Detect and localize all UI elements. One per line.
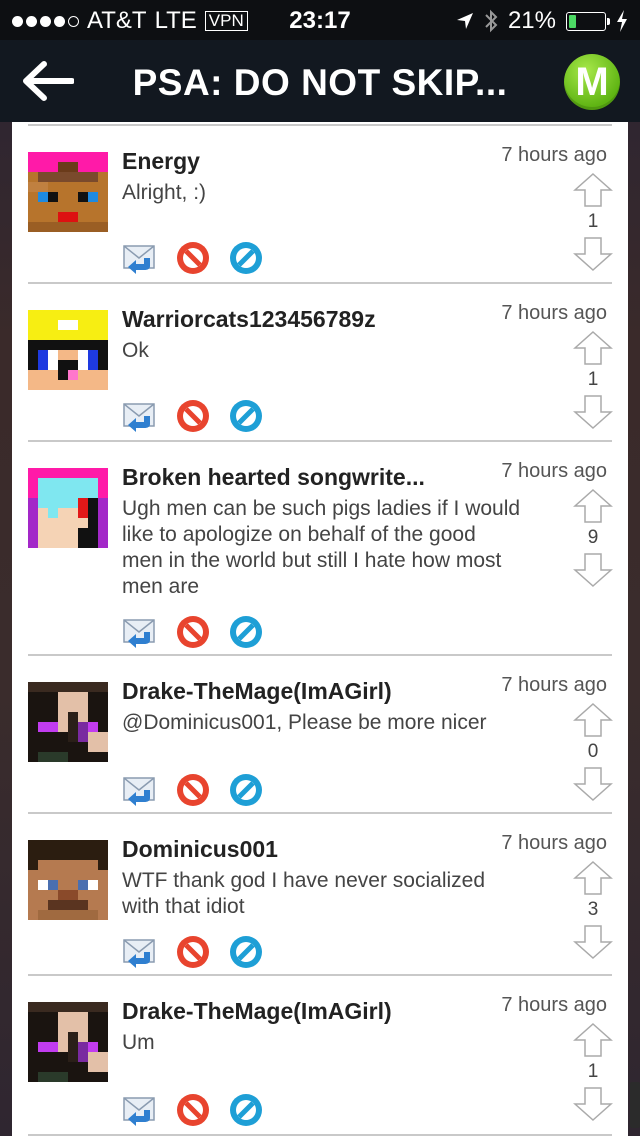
downvote-arrow-icon[interactable] <box>573 1086 613 1122</box>
block-icon[interactable] <box>228 398 264 434</box>
avatar[interactable] <box>28 840 108 920</box>
block-icon[interactable] <box>228 240 264 276</box>
comment-item: Drake-TheMage(ImAGirl) 7 hours ago @Domi… <box>12 652 628 812</box>
page-title: PSA: DO NOT SKIP... <box>132 62 508 103</box>
timestamp: 7 hours ago <box>501 460 607 482</box>
vote-count: 3 <box>587 899 599 920</box>
timestamp: 7 hours ago <box>501 994 607 1016</box>
upvote-arrow-icon[interactable] <box>573 1022 613 1058</box>
reply-icon[interactable] <box>122 934 158 970</box>
status-bar: AT&T LTE VPN 23:17 21% <box>0 0 640 40</box>
comment-actions <box>122 398 264 434</box>
battery-icon <box>566 11 610 31</box>
username[interactable]: Warriorcats123456789z <box>122 306 376 333</box>
vote-widget: 1 <box>573 1022 613 1122</box>
avatar[interactable] <box>28 1002 108 1082</box>
vote-count: 1 <box>587 369 599 390</box>
username[interactable]: Drake-TheMage(ImAGirl) <box>122 678 392 705</box>
scrollbar-thumb[interactable] <box>630 1082 640 1128</box>
report-icon[interactable] <box>175 1092 211 1128</box>
report-icon[interactable] <box>175 398 211 434</box>
report-icon[interactable] <box>175 934 211 970</box>
upvote-arrow-icon[interactable] <box>573 702 613 738</box>
downvote-arrow-icon[interactable] <box>573 236 613 272</box>
avatar[interactable] <box>28 468 108 548</box>
block-icon[interactable] <box>228 614 264 650</box>
username[interactable]: Drake-TheMage(ImAGirl) <box>122 998 392 1025</box>
timestamp: 7 hours ago <box>501 674 607 696</box>
vote-count: 9 <box>587 527 599 548</box>
upvote-arrow-icon[interactable] <box>573 488 613 524</box>
avatar[interactable] <box>28 682 108 762</box>
comment-actions <box>122 614 264 650</box>
avatar[interactable] <box>28 152 108 232</box>
bluetooth-icon <box>485 9 498 33</box>
upvote-arrow-icon[interactable] <box>573 172 613 208</box>
report-icon[interactable] <box>175 614 211 650</box>
comment-text: Um <box>122 1031 155 1054</box>
comment-actions <box>122 772 264 808</box>
username[interactable]: Dominicus001 <box>122 836 278 863</box>
reply-icon[interactable] <box>122 614 158 650</box>
comment-item: Energy 7 hours ago Alright, :) 1 <box>12 122 628 282</box>
username[interactable]: Energy <box>122 148 200 175</box>
downvote-arrow-icon[interactable] <box>573 552 613 588</box>
battery-percent: 21% <box>507 7 556 34</box>
vote-count: 1 <box>587 1061 599 1082</box>
avatar[interactable] <box>28 310 108 390</box>
report-icon[interactable] <box>175 772 211 808</box>
comment-text: Ok <box>122 339 149 362</box>
vote-widget: 0 <box>573 702 613 802</box>
downvote-arrow-icon[interactable] <box>573 924 613 960</box>
nav-bar: PSA: DO NOT SKIP... M <box>0 40 640 122</box>
comment-item: Warriorcats123456789z 7 hours ago Ok 1 <box>12 280 628 440</box>
charging-bolt-icon <box>617 10 627 32</box>
upvote-arrow-icon[interactable] <box>573 330 613 366</box>
comment-text: Ugh men can be such pigs ladies if I wou… <box>122 497 521 598</box>
block-icon[interactable] <box>228 1092 264 1128</box>
timestamp: 7 hours ago <box>501 832 607 854</box>
vote-widget: 3 <box>573 860 613 960</box>
block-icon[interactable] <box>228 772 264 808</box>
comment-actions <box>122 1092 264 1128</box>
app-logo[interactable]: M <box>564 54 620 110</box>
username[interactable]: Broken hearted songwrite... <box>122 464 425 491</box>
comment-item: Dominicus001 7 hours ago WTF thank god I… <box>12 810 628 974</box>
comment-text: Alright, :) <box>122 181 207 204</box>
vote-widget: 9 <box>573 488 613 588</box>
vote-widget: 1 <box>573 330 613 430</box>
vote-widget: 1 <box>573 172 613 272</box>
vote-count: 1 <box>587 211 599 232</box>
status-right: 21% <box>456 7 628 35</box>
reply-icon[interactable] <box>122 398 158 434</box>
reply-icon[interactable] <box>122 240 158 276</box>
comment-text: WTF thank god I have never socialized wi… <box>122 869 486 918</box>
comment-text: @Dominicus001, Please be more nicer <box>122 711 487 734</box>
reply-icon[interactable] <box>122 1092 158 1128</box>
comment-item: Broken hearted songwrite... 7 hours ago … <box>12 438 628 654</box>
downvote-arrow-icon[interactable] <box>573 766 613 802</box>
report-icon[interactable] <box>175 240 211 276</box>
reply-icon[interactable] <box>122 772 158 808</box>
downvote-arrow-icon[interactable] <box>573 394 613 430</box>
comment-list: Energy 7 hours ago Alright, :) 1 Warrior… <box>12 122 628 1136</box>
block-icon[interactable] <box>228 934 264 970</box>
upvote-arrow-icon[interactable] <box>573 860 613 896</box>
comment-actions <box>122 240 264 276</box>
battery-level <box>569 14 576 28</box>
vote-count: 0 <box>587 741 599 762</box>
location-arrow-icon <box>456 13 473 29</box>
comment-actions <box>122 934 264 970</box>
comment-item: Drake-TheMage(ImAGirl) 7 hours ago Um 1 <box>12 972 628 1136</box>
timestamp: 7 hours ago <box>501 302 607 324</box>
timestamp: 7 hours ago <box>501 144 607 166</box>
